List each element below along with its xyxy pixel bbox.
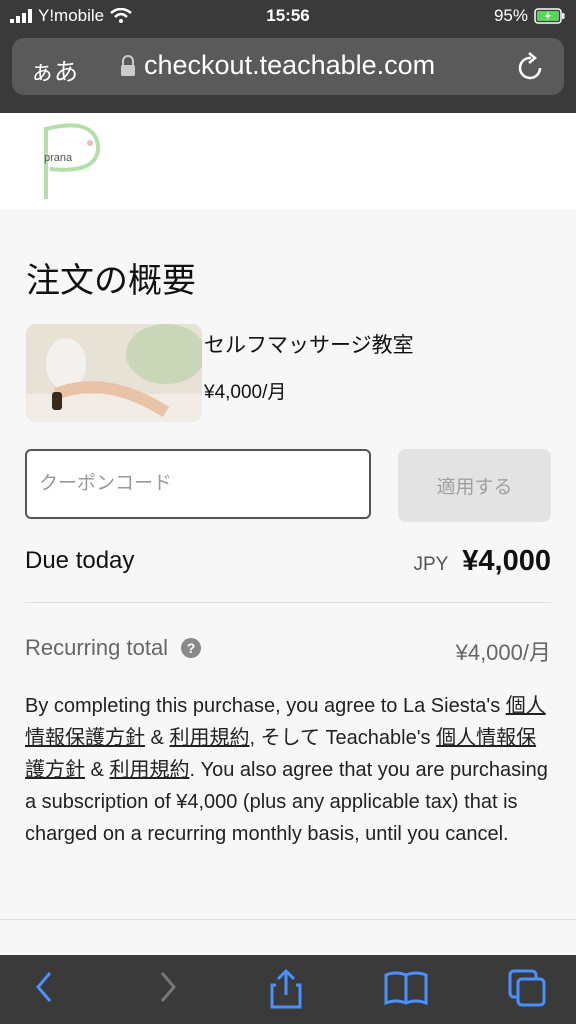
share-icon[interactable]	[268, 967, 304, 1011]
order-summary: 注文の概要 セルフマッサージ教室 ¥4,000/月 適用する Due today…	[0, 209, 576, 955]
due-amount: ¥4,000	[462, 545, 551, 577]
apply-coupon-button[interactable]: 適用する	[398, 449, 551, 522]
help-icon[interactable]: ?	[180, 637, 202, 659]
terms-link-teachable[interactable]: 利用規約	[109, 759, 189, 781]
url-field[interactable]: ぁあ checkout.teachable.com	[12, 38, 564, 95]
product-price: ¥4,000/月	[204, 382, 287, 403]
battery-charging-icon	[534, 8, 565, 24]
svg-text:?: ?	[187, 640, 196, 656]
page-title: 注文の概要	[26, 262, 196, 300]
ampersand: &	[145, 727, 170, 749]
header-logo-area: prana	[0, 113, 576, 209]
currency-code: JPY	[413, 554, 449, 575]
browser-toolbar	[0, 955, 576, 1024]
ampersand: &	[85, 759, 110, 781]
text-size-button[interactable]: ぁあ	[30, 52, 78, 87]
product-image	[26, 324, 202, 422]
coupon-input[interactable]	[25, 449, 371, 519]
clock: 15:56	[266, 6, 310, 25]
recurring-total: Recurring total ?	[25, 635, 202, 661]
divider	[25, 602, 551, 603]
bookmarks-icon[interactable]	[384, 967, 428, 1007]
terms-link-la-siesta[interactable]: 利用規約	[169, 727, 249, 749]
terms-text: By completing this purchase, you agree t…	[25, 690, 555, 850]
back-icon[interactable]	[32, 967, 56, 1007]
tabs-icon[interactable]	[506, 967, 548, 1009]
due-today-amount: JPY ¥4,000	[413, 545, 551, 578]
reload-icon[interactable]	[516, 50, 546, 82]
terms-text-2: , そして Teachable's	[249, 727, 437, 749]
forward-icon[interactable]	[156, 967, 180, 1007]
terms-text-1: By completing this purchase, you agree t…	[25, 695, 506, 717]
url-text: checkout.teachable.com	[144, 50, 436, 80]
lock-icon	[121, 54, 135, 76]
logo-text: prana	[44, 152, 73, 164]
prana-logo[interactable]: prana	[38, 119, 118, 205]
status-bar: Y!mobile 15:56 95%	[0, 0, 576, 32]
battery-percent: 95%	[493, 6, 528, 25]
product-name: セルフマッサージ教室	[204, 334, 414, 357]
due-today-label: Due today	[25, 547, 135, 574]
recurring-label: Recurring total	[25, 635, 169, 660]
recurring-amount: ¥4,000/月	[455, 640, 551, 665]
divider	[0, 919, 576, 920]
browser-address-bar: ぁあ checkout.teachable.com	[0, 32, 576, 113]
